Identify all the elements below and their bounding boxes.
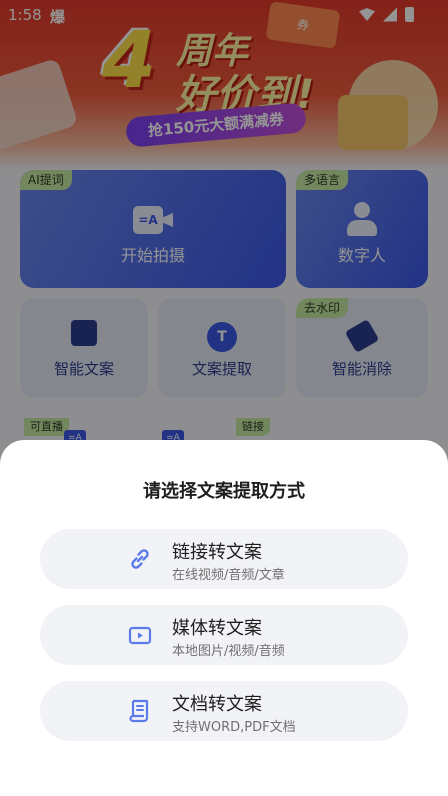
sheet-title: 请选择文案提取方式 bbox=[143, 481, 305, 502]
extract-method-sheet: 请选择文案提取方式 链接转文案 在线视频/音频/文章 媒体转文案 本地图片/视频… bbox=[0, 440, 448, 796]
document-icon bbox=[129, 699, 149, 723]
media-icon bbox=[128, 626, 152, 645]
option-title: 文档转文案 bbox=[172, 694, 262, 715]
option-subtitle: 在线视频/音频/文章 bbox=[172, 568, 285, 583]
document-to-text-option[interactable]: 文档转文案 支持WORD,PDF文档 bbox=[40, 681, 408, 741]
link-to-text-option[interactable]: 链接转文案 在线视频/音频/文章 bbox=[40, 529, 408, 589]
option-title: 链接转文案 bbox=[172, 542, 262, 563]
option-subtitle: 本地图片/视频/音频 bbox=[172, 644, 285, 659]
link-icon bbox=[131, 549, 149, 569]
option-subtitle: 支持WORD,PDF文档 bbox=[172, 720, 296, 735]
option-title: 媒体转文案 bbox=[172, 618, 262, 639]
media-to-text-option[interactable]: 媒体转文案 本地图片/视频/音频 bbox=[40, 605, 408, 665]
